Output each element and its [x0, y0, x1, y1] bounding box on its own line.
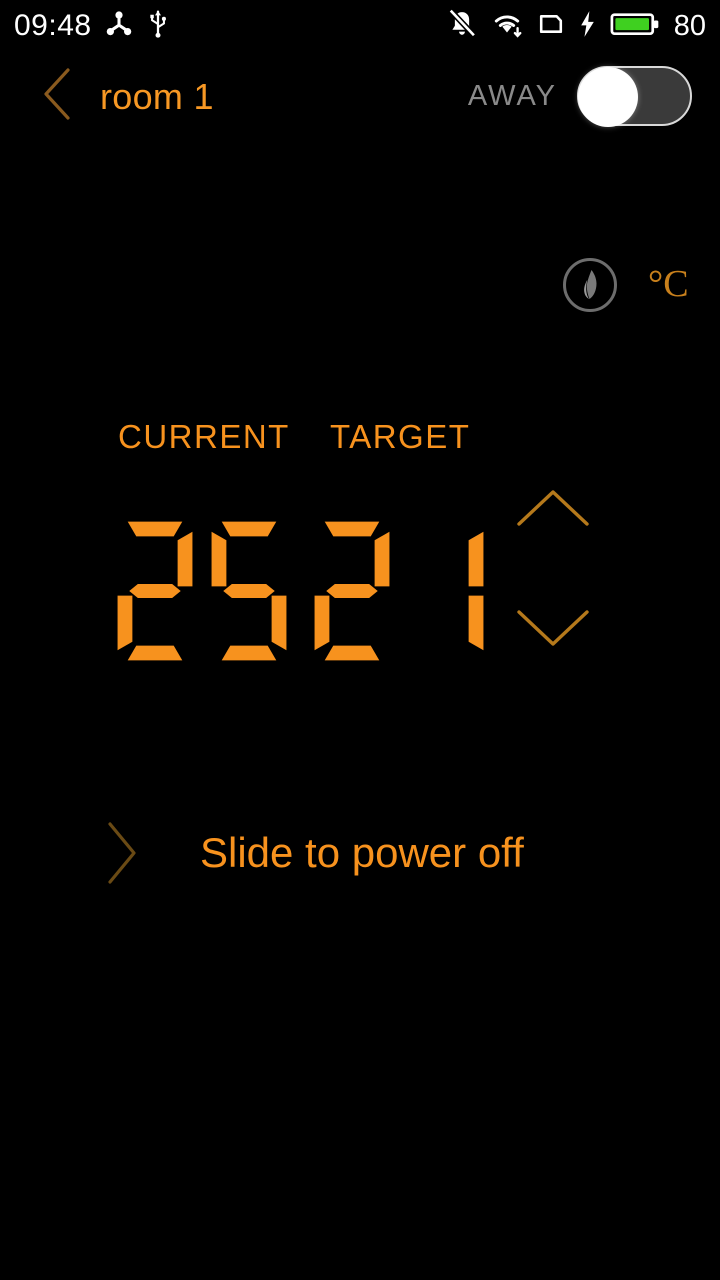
battery-percent: 80: [673, 9, 706, 42]
flame-icon[interactable]: [563, 258, 617, 312]
seven-segment-digit: [117, 521, 193, 661]
segment-d: [324, 645, 380, 661]
charging-bolt-icon: [579, 10, 596, 43]
battery-icon: [610, 10, 660, 43]
current-label: CURRENT: [118, 418, 290, 455]
seven-segment-digit: [468, 531, 484, 651]
chevron-down-icon: [515, 606, 591, 655]
page-title: room 1: [100, 76, 214, 117]
segment-c: [271, 595, 287, 651]
segment-d: [127, 645, 183, 661]
segment-b: [374, 531, 390, 587]
away-control: AWAY: [467, 66, 692, 127]
temperature-digits-row: [0, 489, 720, 662]
back-button[interactable]: [30, 64, 86, 128]
seven-segment-digit: [314, 521, 390, 661]
segment-d: [221, 645, 277, 661]
stepper-increase-button[interactable]: [505, 480, 601, 540]
target-stepper: [505, 480, 601, 670]
segment-a: [324, 521, 380, 537]
away-label: AWAY: [467, 79, 557, 112]
chevron-right-icon: [100, 818, 144, 888]
wifi-download-icon: [491, 9, 523, 44]
mute-bell-icon: [447, 8, 477, 44]
away-toggle-knob: [578, 67, 638, 127]
chevron-left-icon: [38, 66, 78, 127]
stepper-decrease-button[interactable]: [505, 600, 601, 660]
segment-e: [117, 595, 133, 651]
segment-a: [221, 521, 277, 537]
sim-card-icon: [537, 10, 565, 43]
status-bar-left: 09:48: [14, 9, 170, 43]
segment-g: [223, 583, 275, 599]
usb-icon: [146, 9, 170, 43]
segment-b: [468, 531, 484, 587]
status-bar-right: 80: [447, 8, 706, 44]
segment-g: [326, 583, 378, 599]
segment-g: [129, 583, 181, 599]
status-bar: 09:48 80: [0, 0, 720, 52]
status-clock: 09:48: [14, 9, 92, 42]
mode-row: °C: [0, 258, 720, 314]
temperature-unit-label[interactable]: °C: [648, 260, 689, 308]
segment-c: [468, 595, 484, 651]
app-header: room 1 AWAY: [0, 52, 720, 140]
segment-a: [127, 521, 183, 537]
share-nodes-icon: [105, 10, 133, 43]
segment-e: [314, 595, 330, 651]
away-toggle[interactable]: [577, 66, 692, 127]
slide-to-power-off-label: Slide to power off: [200, 829, 524, 876]
slide-to-power-off[interactable]: Slide to power off: [0, 812, 720, 894]
thermostat-screen: 09:48 80 room 1 AWAY °C CURRENT TARGET S…: [0, 0, 720, 1280]
segment-b: [177, 531, 193, 587]
segment-f: [211, 531, 227, 587]
temperature-labels: CURRENT TARGET: [0, 416, 720, 460]
chevron-up-icon: [515, 486, 591, 535]
target-label: TARGET: [330, 418, 471, 455]
seven-segment-digit: [211, 521, 287, 661]
current-temperature-display: [116, 520, 288, 662]
target-temperature-display: [313, 520, 485, 662]
